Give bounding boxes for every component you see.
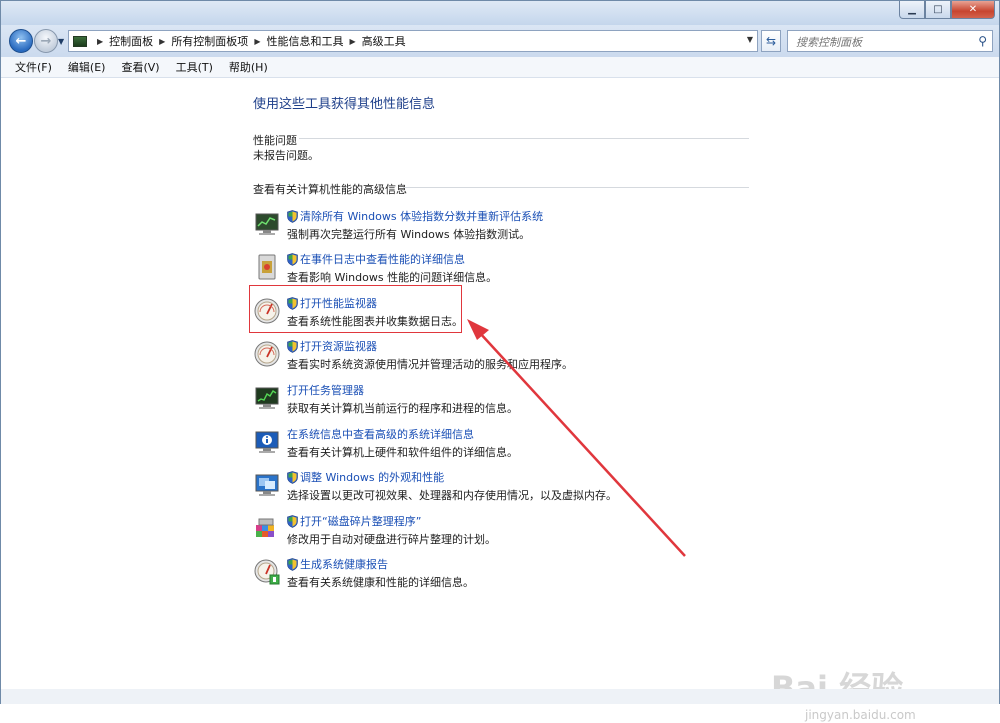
- explorer-window: ▁ □ ✕ ← → ▼ ▶ 控制面板 ▶ 所有控制面板项 ▶ 性能信息和工具 ▶…: [0, 0, 1000, 722]
- search-icon[interactable]: ⚲: [978, 34, 987, 48]
- watermark-url: jingyan.baidu.com: [805, 708, 916, 722]
- back-button[interactable]: ←: [9, 29, 33, 53]
- menu-view[interactable]: 查看(V): [121, 59, 159, 75]
- caption-buttons: ▁ □ ✕: [899, 1, 995, 19]
- breadcrumb-control-panel[interactable]: 控制面板: [109, 33, 153, 49]
- breadcrumb-separator-icon[interactable]: ▶: [254, 37, 260, 46]
- menu-bar: 文件(F) 编辑(E) 查看(V) 工具(T) 帮助(H): [1, 57, 999, 78]
- breadcrumb-performance-tools[interactable]: 性能信息和工具: [266, 33, 343, 49]
- refresh-icon: ⇆: [765, 34, 777, 48]
- breadcrumb: ▶ 控制面板 ▶ 所有控制面板项 ▶ 性能信息和工具 ▶ 高级工具: [91, 33, 406, 49]
- breadcrumb-separator-icon[interactable]: ▶: [97, 37, 103, 46]
- search-box[interactable]: ⚲: [787, 30, 993, 52]
- address-bar[interactable]: ▶ 控制面板 ▶ 所有控制面板项 ▶ 性能信息和工具 ▶ 高级工具 ▼: [68, 30, 758, 52]
- minimize-button[interactable]: ▁: [899, 1, 925, 19]
- recent-pages-dropdown-icon[interactable]: ▼: [58, 37, 64, 46]
- annotation-arrow: [467, 319, 686, 557]
- breadcrumb-all-items[interactable]: 所有控制面板项: [171, 33, 248, 49]
- address-dropdown-icon[interactable]: ▼: [747, 35, 753, 44]
- forward-button[interactable]: →: [34, 29, 58, 53]
- menu-edit[interactable]: 编辑(E): [68, 59, 106, 75]
- menu-file[interactable]: 文件(F): [15, 59, 52, 75]
- menu-help[interactable]: 帮助(H): [229, 59, 268, 75]
- menu-tools[interactable]: 工具(T): [176, 59, 213, 75]
- status-bar: [1, 689, 999, 704]
- breadcrumb-separator-icon[interactable]: ▶: [159, 37, 165, 46]
- content-pane: 使用这些工具获得其他性能信息 性能问题 未报告问题。 查看有关计算机性能的高级信…: [1, 78, 999, 722]
- search-input[interactable]: [794, 32, 968, 52]
- navigation-bar: ← → ▼ ▶ 控制面板 ▶ 所有控制面板项 ▶ 性能信息和工具 ▶ 高级工具 …: [1, 25, 999, 57]
- control-panel-icon: [73, 35, 87, 47]
- title-bar: ▁ □ ✕: [1, 1, 999, 25]
- breadcrumb-separator-icon[interactable]: ▶: [349, 37, 355, 46]
- maximize-button[interactable]: □: [925, 1, 951, 19]
- close-button[interactable]: ✕: [951, 1, 995, 19]
- refresh-button[interactable]: ⇆: [761, 30, 781, 52]
- breadcrumb-advanced-tools[interactable]: 高级工具: [362, 33, 406, 49]
